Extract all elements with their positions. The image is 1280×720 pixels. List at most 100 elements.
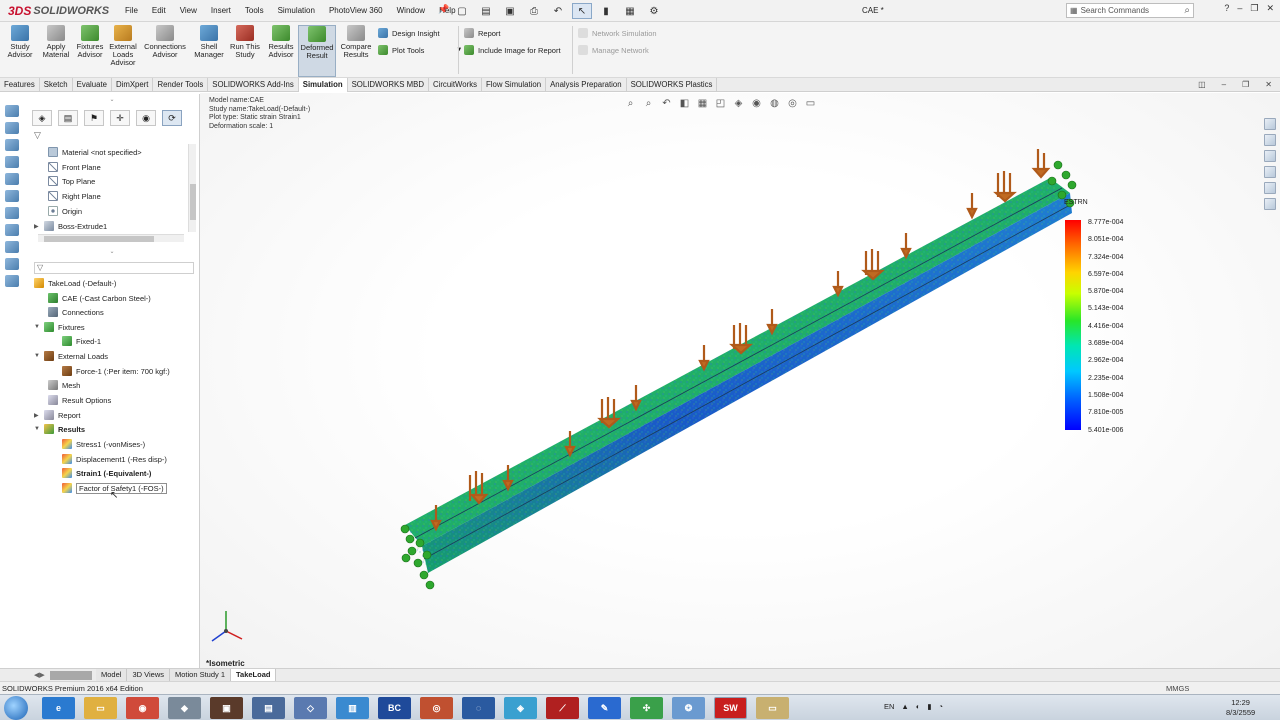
new-document-icon[interactable]: ▢ <box>452 3 472 19</box>
feature-icon[interactable] <box>5 139 19 151</box>
app-icon[interactable]: ◇ <box>294 697 327 719</box>
app-icon[interactable]: ⟋ <box>546 697 579 719</box>
menu-simulation[interactable]: Simulation <box>271 4 322 17</box>
connections-advisor-button[interactable]: Connections Advisor <box>142 25 188 77</box>
menu-tools[interactable]: Tools <box>238 4 271 17</box>
tree-item-origin[interactable]: Origin <box>48 204 82 218</box>
tray-icon[interactable]: ◐ <box>916 702 921 711</box>
network-simulation-button[interactable]: Network Simulation <box>578 27 657 39</box>
palette-icon[interactable] <box>5 241 19 253</box>
menu-window[interactable]: Window <box>390 4 432 17</box>
shell-manager-button[interactable]: Shell Manager <box>190 25 228 77</box>
simulation-tab-icon[interactable]: ⟳ <box>162 110 182 126</box>
tray-icon[interactable]: ▲ <box>901 702 908 711</box>
graphics-area[interactable]: Model name:CAE Study name:TakeLoad(-Defa… <box>200 93 1280 668</box>
volume-icon[interactable]: ◔ <box>939 702 944 711</box>
results-advisor-button[interactable]: Results Advisor <box>265 25 297 77</box>
property-manager-tab-icon[interactable]: ▤ <box>58 110 78 126</box>
tree-item-report[interactable]: ▶ Report <box>34 408 81 422</box>
tree-item-connections[interactable]: Connections <box>48 305 104 319</box>
tab-scrollbar[interactable] <box>50 671 92 680</box>
app-icon[interactable]: ✣ <box>630 697 663 719</box>
deformed-result-button[interactable]: Deformed Result <box>298 25 336 77</box>
tree-item-strain[interactable]: Strain1 (-Equivalent-) <box>62 466 151 480</box>
language-indicator[interactable]: EN <box>884 702 894 711</box>
view-icon[interactable] <box>5 173 19 185</box>
solidworks-logo[interactable]: 3DS SOLIDWORKS <box>8 2 109 20</box>
network-icon[interactable]: ▮ <box>927 702 931 711</box>
tree-item-right-plane[interactable]: Right Plane <box>48 189 101 203</box>
viewport-close-icon[interactable]: ✕ <box>1265 80 1272 89</box>
options-gear-icon[interactable]: ⚙ <box>644 3 664 19</box>
app-icon[interactable]: ▭ <box>756 697 789 719</box>
tab-evaluate[interactable]: Evaluate <box>73 78 112 92</box>
app-icon[interactable]: ✎ <box>588 697 621 719</box>
app-icon[interactable]: ◌ <box>462 697 495 719</box>
tab-mbd[interactable]: SOLIDWORKS MBD <box>348 78 429 92</box>
help-icon[interactable]: ? <box>1224 3 1229 14</box>
search-commands-input[interactable]: ▦ Search Commands ⌕ <box>1066 3 1194 18</box>
collapse-arrow-icon[interactable]: ▼ <box>34 324 42 330</box>
search-icon[interactable]: ⌕ <box>1184 5 1190 16</box>
include-image-button[interactable]: Include Image for Report <box>464 44 561 56</box>
unit-system[interactable]: MMGS <box>1166 684 1189 693</box>
tree-item-front-plane[interactable]: Front Plane <box>48 160 101 174</box>
chrome-icon[interactable]: ◉ <box>126 697 159 719</box>
measure-icon[interactable] <box>5 190 19 202</box>
external-loads-advisor-button[interactable]: External Loads Advisor <box>106 25 140 77</box>
viewport-minimize-icon[interactable]: – <box>1222 80 1226 89</box>
custom-props-icon[interactable] <box>5 258 19 270</box>
ie-icon[interactable]: e <box>42 697 75 719</box>
tab-sketch[interactable]: Sketch <box>40 78 73 92</box>
tree-horizontal-scrollbar[interactable] <box>38 234 184 242</box>
tree-filter-icon[interactable]: ▽ <box>34 130 41 141</box>
explorer-icon[interactable]: ▭ <box>84 697 117 719</box>
app-icon[interactable]: ▣ <box>210 697 243 719</box>
tab-addins[interactable]: SOLIDWORKS Add-Ins <box>208 78 299 92</box>
manage-network-button[interactable]: Manage Network <box>578 44 649 56</box>
tab-dimxpert[interactable]: DimXpert <box>112 78 154 92</box>
app-icon[interactable]: ◈ <box>504 697 537 719</box>
tree-item-stress[interactable]: Stress1 (-vonMises-) <box>62 437 145 451</box>
rebuild-icon[interactable]: ▮ <box>596 3 616 19</box>
tab-analysis-preparation[interactable]: Analysis Preparation <box>546 78 627 92</box>
dimxpert-tab-icon[interactable]: ✛ <box>110 110 130 126</box>
expand-arrow-icon[interactable]: ▶ <box>34 223 42 230</box>
tab-render-tools[interactable]: Render Tools <box>153 78 209 92</box>
tree-item-study[interactable]: TakeLoad (-Default-) <box>34 276 116 290</box>
library-icon[interactable] <box>5 207 19 219</box>
select-icon[interactable]: ↖ <box>572 3 592 19</box>
viewport-restore-icon[interactable]: ❐ <box>1242 80 1249 89</box>
undo-icon[interactable]: ↶ <box>548 3 568 19</box>
app-icon[interactable]: BC <box>378 697 411 719</box>
collapse-arrow-icon[interactable]: ▼ <box>34 426 42 432</box>
resources-icon[interactable] <box>5 275 19 287</box>
app-icon[interactable]: ◎ <box>420 697 453 719</box>
tree-item-part-material[interactable]: CAE (-Cast Carbon Steel-) <box>48 291 151 305</box>
tree-item-fixed[interactable]: Fixed-1 <box>62 334 101 348</box>
menu-photoview[interactable]: PhotoView 360 <box>322 4 390 17</box>
explorer-icon[interactable] <box>5 224 19 236</box>
collapse-arrow-icon[interactable]: ▼ <box>34 353 42 359</box>
tab-scroll-arrows-icon[interactable]: ◀▶ <box>34 671 48 680</box>
tree-item-force[interactable]: Force-1 (:Per item: 700 kgf:) <box>62 364 170 378</box>
tab-circuitworks[interactable]: CircuitWorks <box>429 78 483 92</box>
app-icon[interactable]: ▥ <box>336 697 369 719</box>
print-icon[interactable]: ⎙ <box>524 3 544 19</box>
tree-item-mesh[interactable]: Mesh <box>48 378 80 392</box>
compare-results-button[interactable]: Compare Results <box>338 25 374 77</box>
run-study-button[interactable]: Run This Study <box>228 25 262 77</box>
tree-item-fixtures[interactable]: ▼ Fixtures <box>34 320 85 334</box>
expand-arrow-icon[interactable]: ▶ <box>34 412 42 419</box>
scroll-thumb[interactable] <box>190 184 196 220</box>
tree-item-material[interactable]: Material <not specified> <box>48 145 142 159</box>
menu-edit[interactable]: Edit <box>145 4 173 17</box>
display-manager-tab-icon[interactable]: ◉ <box>136 110 156 126</box>
minimize-icon[interactable]: – <box>1237 3 1242 14</box>
scroll-thumb[interactable] <box>44 236 154 242</box>
tile-icon[interactable]: ◫ <box>1198 80 1206 89</box>
tab-features[interactable]: Features <box>0 78 40 92</box>
panel-splitter[interactable]: ⌄ <box>32 249 192 255</box>
start-button-icon[interactable] <box>4 696 28 720</box>
appearance-icon[interactable] <box>5 156 19 168</box>
